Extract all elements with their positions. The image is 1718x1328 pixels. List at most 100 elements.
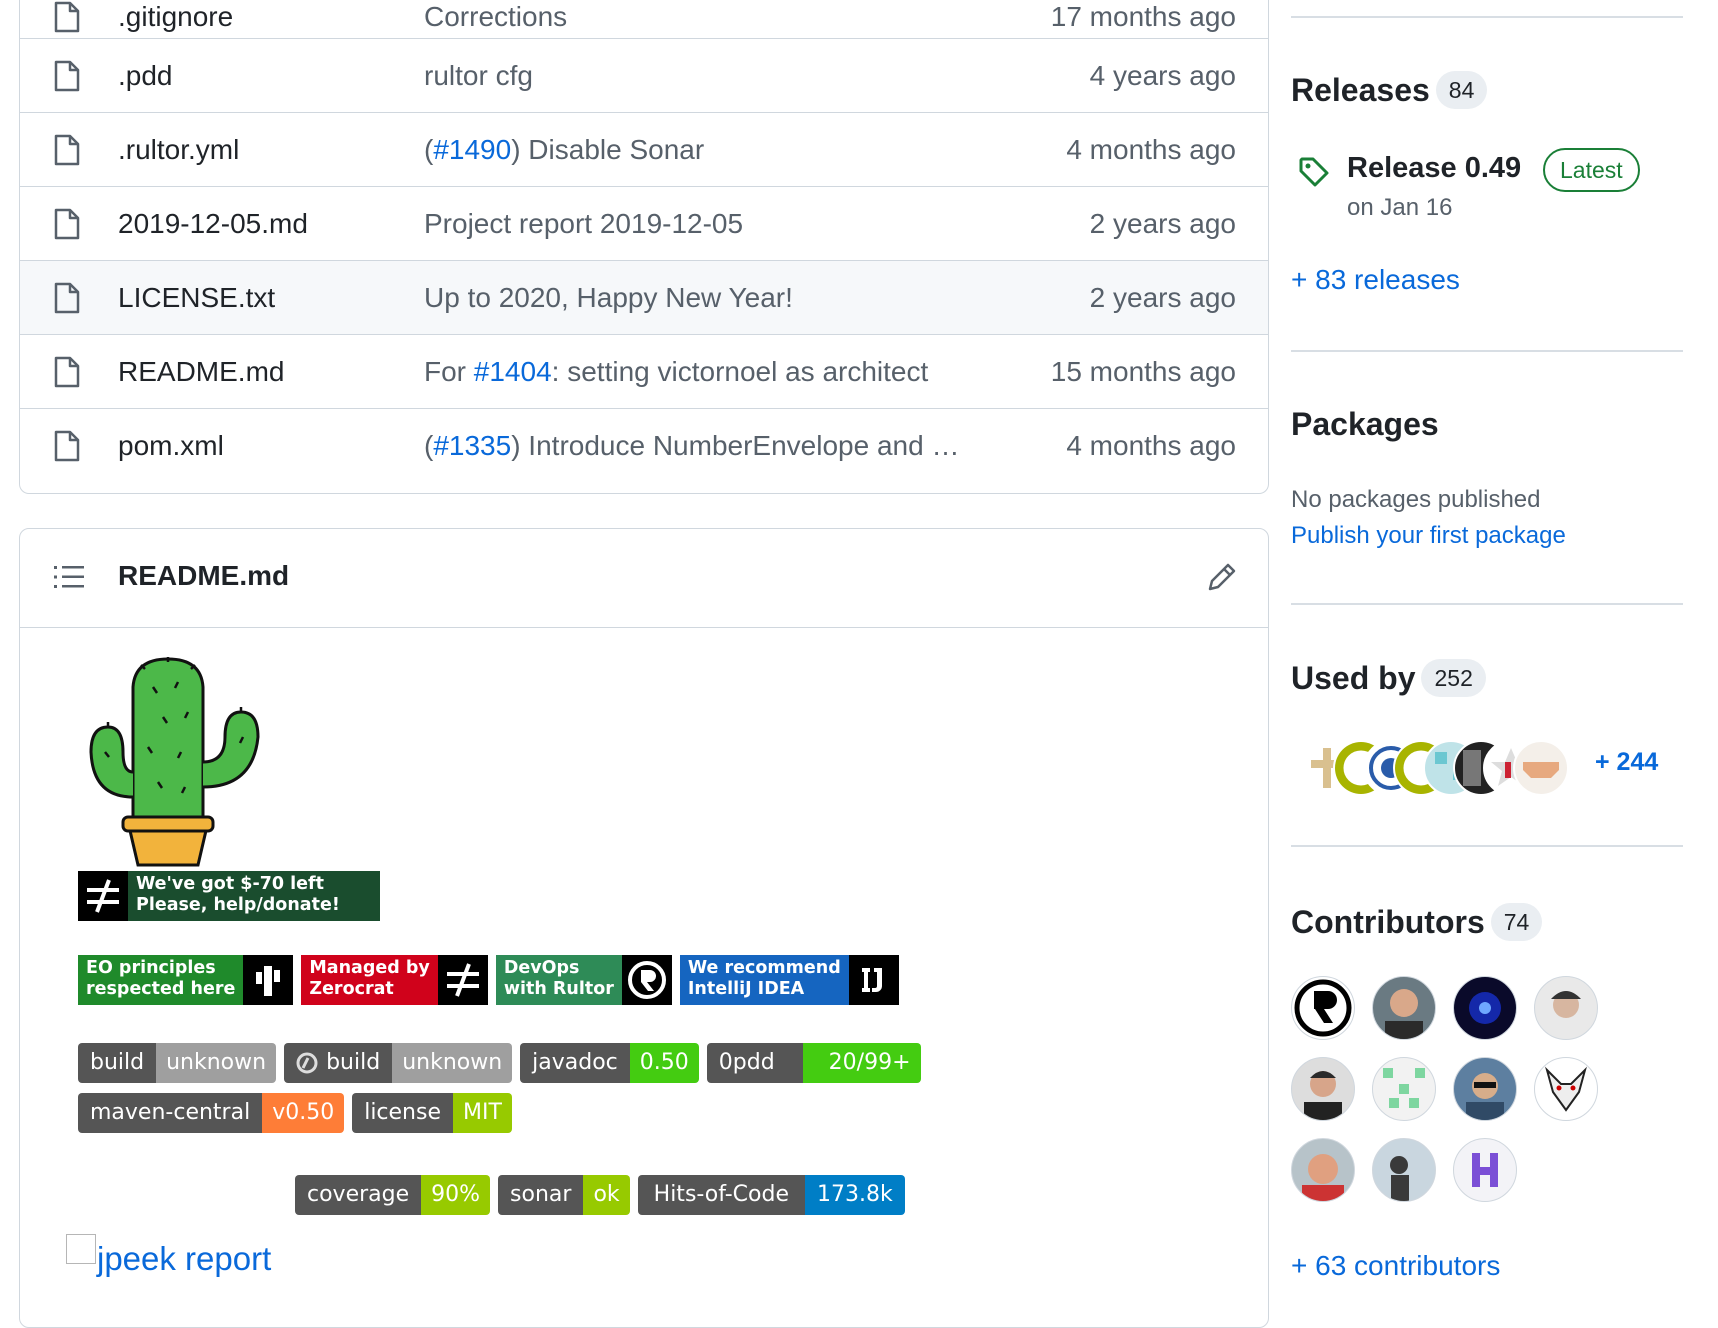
pencil-icon[interactable] bbox=[1206, 561, 1238, 593]
latest-badge: Latest bbox=[1543, 148, 1640, 192]
maven-central-badge[interactable]: maven-central v0.50 bbox=[78, 1093, 345, 1133]
issue-link[interactable]: #1335 bbox=[433, 430, 511, 461]
avatar[interactable] bbox=[1453, 1138, 1517, 1202]
avatar[interactable] bbox=[1453, 1057, 1517, 1121]
cactus-icon bbox=[243, 955, 294, 1005]
contributors-count: 74 bbox=[1490, 902, 1543, 941]
zerocrat-badge[interactable]: Managed by Zerocrat bbox=[301, 955, 488, 1005]
file-row[interactable]: 2019-12-05.md Project report 2019-12-05 … bbox=[20, 186, 1268, 260]
tag-icon bbox=[1299, 157, 1329, 187]
releases-heading[interactable]: Releases 84 bbox=[1291, 70, 1488, 112]
file-icon bbox=[54, 208, 80, 239]
pdd-badge[interactable]: 0pdd 20/99+ bbox=[706, 1043, 921, 1083]
commit-age: 2 years ago bbox=[1089, 281, 1236, 313]
build-badge[interactable]: build unknown bbox=[78, 1043, 277, 1083]
broken-image-icon bbox=[66, 1234, 96, 1264]
file-name[interactable]: LICENSE.txt bbox=[118, 282, 275, 314]
avatar[interactable] bbox=[1534, 1057, 1598, 1121]
file-row[interactable]: LICENSE.txt Up to 2020, Happy New Year! … bbox=[20, 260, 1268, 334]
commit-message[interactable]: Up to 2020, Happy New Year! bbox=[424, 282, 793, 314]
appveyor-build-badge[interactable]: build unknown bbox=[284, 1043, 513, 1083]
avatar[interactable] bbox=[1372, 1057, 1436, 1121]
publish-package-link[interactable]: Publish your first package bbox=[1291, 522, 1566, 550]
contributors-heading[interactable]: Contributors 74 bbox=[1291, 902, 1543, 944]
file-row[interactable]: README.md For #1404: setting victornoel … bbox=[20, 334, 1268, 408]
commit-message[interactable]: For #1404: setting victornoel as archite… bbox=[424, 356, 928, 388]
commit-message[interactable]: (#1335) Introduce NumberEnvelope and … bbox=[424, 430, 959, 462]
commit-message[interactable]: rultor cfg bbox=[424, 60, 533, 92]
intellij-badge[interactable]: We recommend IntelliJ IDEA bbox=[679, 955, 899, 1005]
rultor-badge[interactable]: DevOps with Rultor bbox=[495, 955, 672, 1005]
commit-age: 4 months ago bbox=[1066, 429, 1236, 461]
issue-link[interactable]: #1490 bbox=[433, 134, 511, 165]
commit-age: 4 years ago bbox=[1089, 59, 1236, 91]
shield-row: maven-central v0.50 license MIT bbox=[78, 1093, 520, 1133]
releases-count: 84 bbox=[1435, 70, 1488, 109]
readme-panel: README.md We've got $-70 left Please, he… bbox=[19, 528, 1269, 1328]
donate-badge[interactable]: We've got $-70 left Please, help/donate! bbox=[78, 871, 380, 921]
avatar bbox=[1513, 740, 1569, 796]
hits-of-code-badge[interactable]: Hits-of-Code 173.8k bbox=[637, 1175, 905, 1215]
readme-title[interactable]: README.md bbox=[118, 560, 289, 592]
packages-empty-text: No packages published bbox=[1291, 486, 1541, 513]
file-icon bbox=[54, 1, 80, 33]
list-icon[interactable] bbox=[54, 564, 84, 590]
coverage-badge[interactable]: coverage 90% bbox=[295, 1175, 491, 1215]
file-name[interactable]: .pdd bbox=[118, 60, 173, 92]
rultor-logo-icon bbox=[621, 955, 672, 1005]
more-dependents-link[interactable]: + 244 bbox=[1595, 748, 1658, 777]
commit-age: 2 years ago bbox=[1089, 207, 1236, 239]
javadoc-badge[interactable]: javadoc 0.50 bbox=[520, 1043, 699, 1083]
file-icon bbox=[54, 282, 80, 313]
readme-header: README.md bbox=[20, 529, 1268, 628]
eo-principles-badge[interactable]: EO principles respected here bbox=[78, 955, 294, 1005]
avatar[interactable] bbox=[1291, 1057, 1355, 1121]
commit-age: 15 months ago bbox=[1050, 355, 1236, 387]
file-row[interactable]: .pdd rultor cfg 4 years ago bbox=[20, 38, 1268, 112]
file-row[interactable]: .rultor.yml (#1490) Disable Sonar 4 mont… bbox=[20, 112, 1268, 186]
packages-heading[interactable]: Packages bbox=[1291, 406, 1439, 443]
badge-row: EO principles respected here Managed by … bbox=[78, 955, 907, 1005]
file-icon bbox=[54, 134, 80, 165]
avatar[interactable] bbox=[1291, 1138, 1355, 1202]
commit-message[interactable]: Project report 2019-12-05 bbox=[424, 208, 743, 240]
file-name[interactable]: pom.xml bbox=[118, 430, 224, 462]
sidebar-divider bbox=[1291, 350, 1683, 352]
file-name[interactable]: 2019-12-05.md bbox=[118, 208, 308, 240]
file-icon bbox=[54, 430, 80, 461]
latest-release-name[interactable]: Release 0.49 bbox=[1347, 152, 1521, 185]
license-badge[interactable]: license MIT bbox=[352, 1093, 512, 1133]
avatar[interactable] bbox=[1291, 976, 1355, 1040]
avatar[interactable] bbox=[1372, 976, 1436, 1040]
cactus-logo bbox=[89, 657, 260, 867]
commit-age: 4 months ago bbox=[1066, 133, 1236, 165]
jpeek-report-link[interactable]: jpeek report bbox=[97, 1240, 271, 1278]
intellij-logo-icon bbox=[848, 955, 899, 1005]
commit-age: 17 months ago bbox=[1050, 1, 1236, 32]
shield-row: coverage 90% sonar ok Hits-of-Code 173.8k bbox=[295, 1175, 913, 1215]
sonar-badge[interactable]: sonar ok bbox=[498, 1175, 630, 1215]
appveyor-icon bbox=[296, 1052, 318, 1074]
file-name[interactable]: .gitignore bbox=[118, 1, 233, 33]
used-by-count: 252 bbox=[1421, 658, 1486, 697]
avatar[interactable] bbox=[1534, 976, 1598, 1040]
commit-message[interactable]: Corrections bbox=[424, 1, 567, 33]
file-icon bbox=[54, 60, 80, 91]
avatar[interactable] bbox=[1372, 1138, 1436, 1202]
file-icon bbox=[54, 356, 80, 387]
zerocrat-logo-icon bbox=[78, 871, 128, 921]
file-row[interactable]: pom.xml (#1335) Introduce NumberEnvelope… bbox=[20, 408, 1268, 482]
issue-link[interactable]: #1404 bbox=[474, 356, 552, 387]
sidebar-divider bbox=[1291, 845, 1683, 847]
commit-message[interactable]: (#1490) Disable Sonar bbox=[424, 134, 704, 166]
used-by-heading[interactable]: Used by 252 bbox=[1291, 658, 1486, 700]
more-contributors-link[interactable]: + 63 contributors bbox=[1291, 1250, 1500, 1282]
file-name[interactable]: README.md bbox=[118, 356, 284, 388]
release-date: on Jan 16 bbox=[1347, 194, 1453, 221]
file-list: .gitignore Corrections 17 months ago .pd… bbox=[19, 0, 1269, 494]
more-releases-link[interactable]: + 83 releases bbox=[1291, 264, 1460, 296]
sidebar-divider bbox=[1291, 16, 1683, 18]
avatar[interactable] bbox=[1453, 976, 1517, 1040]
shield-row: build unknown build unknown javadoc 0.50 0p… bbox=[78, 1043, 929, 1083]
file-name[interactable]: .rultor.yml bbox=[118, 134, 239, 166]
